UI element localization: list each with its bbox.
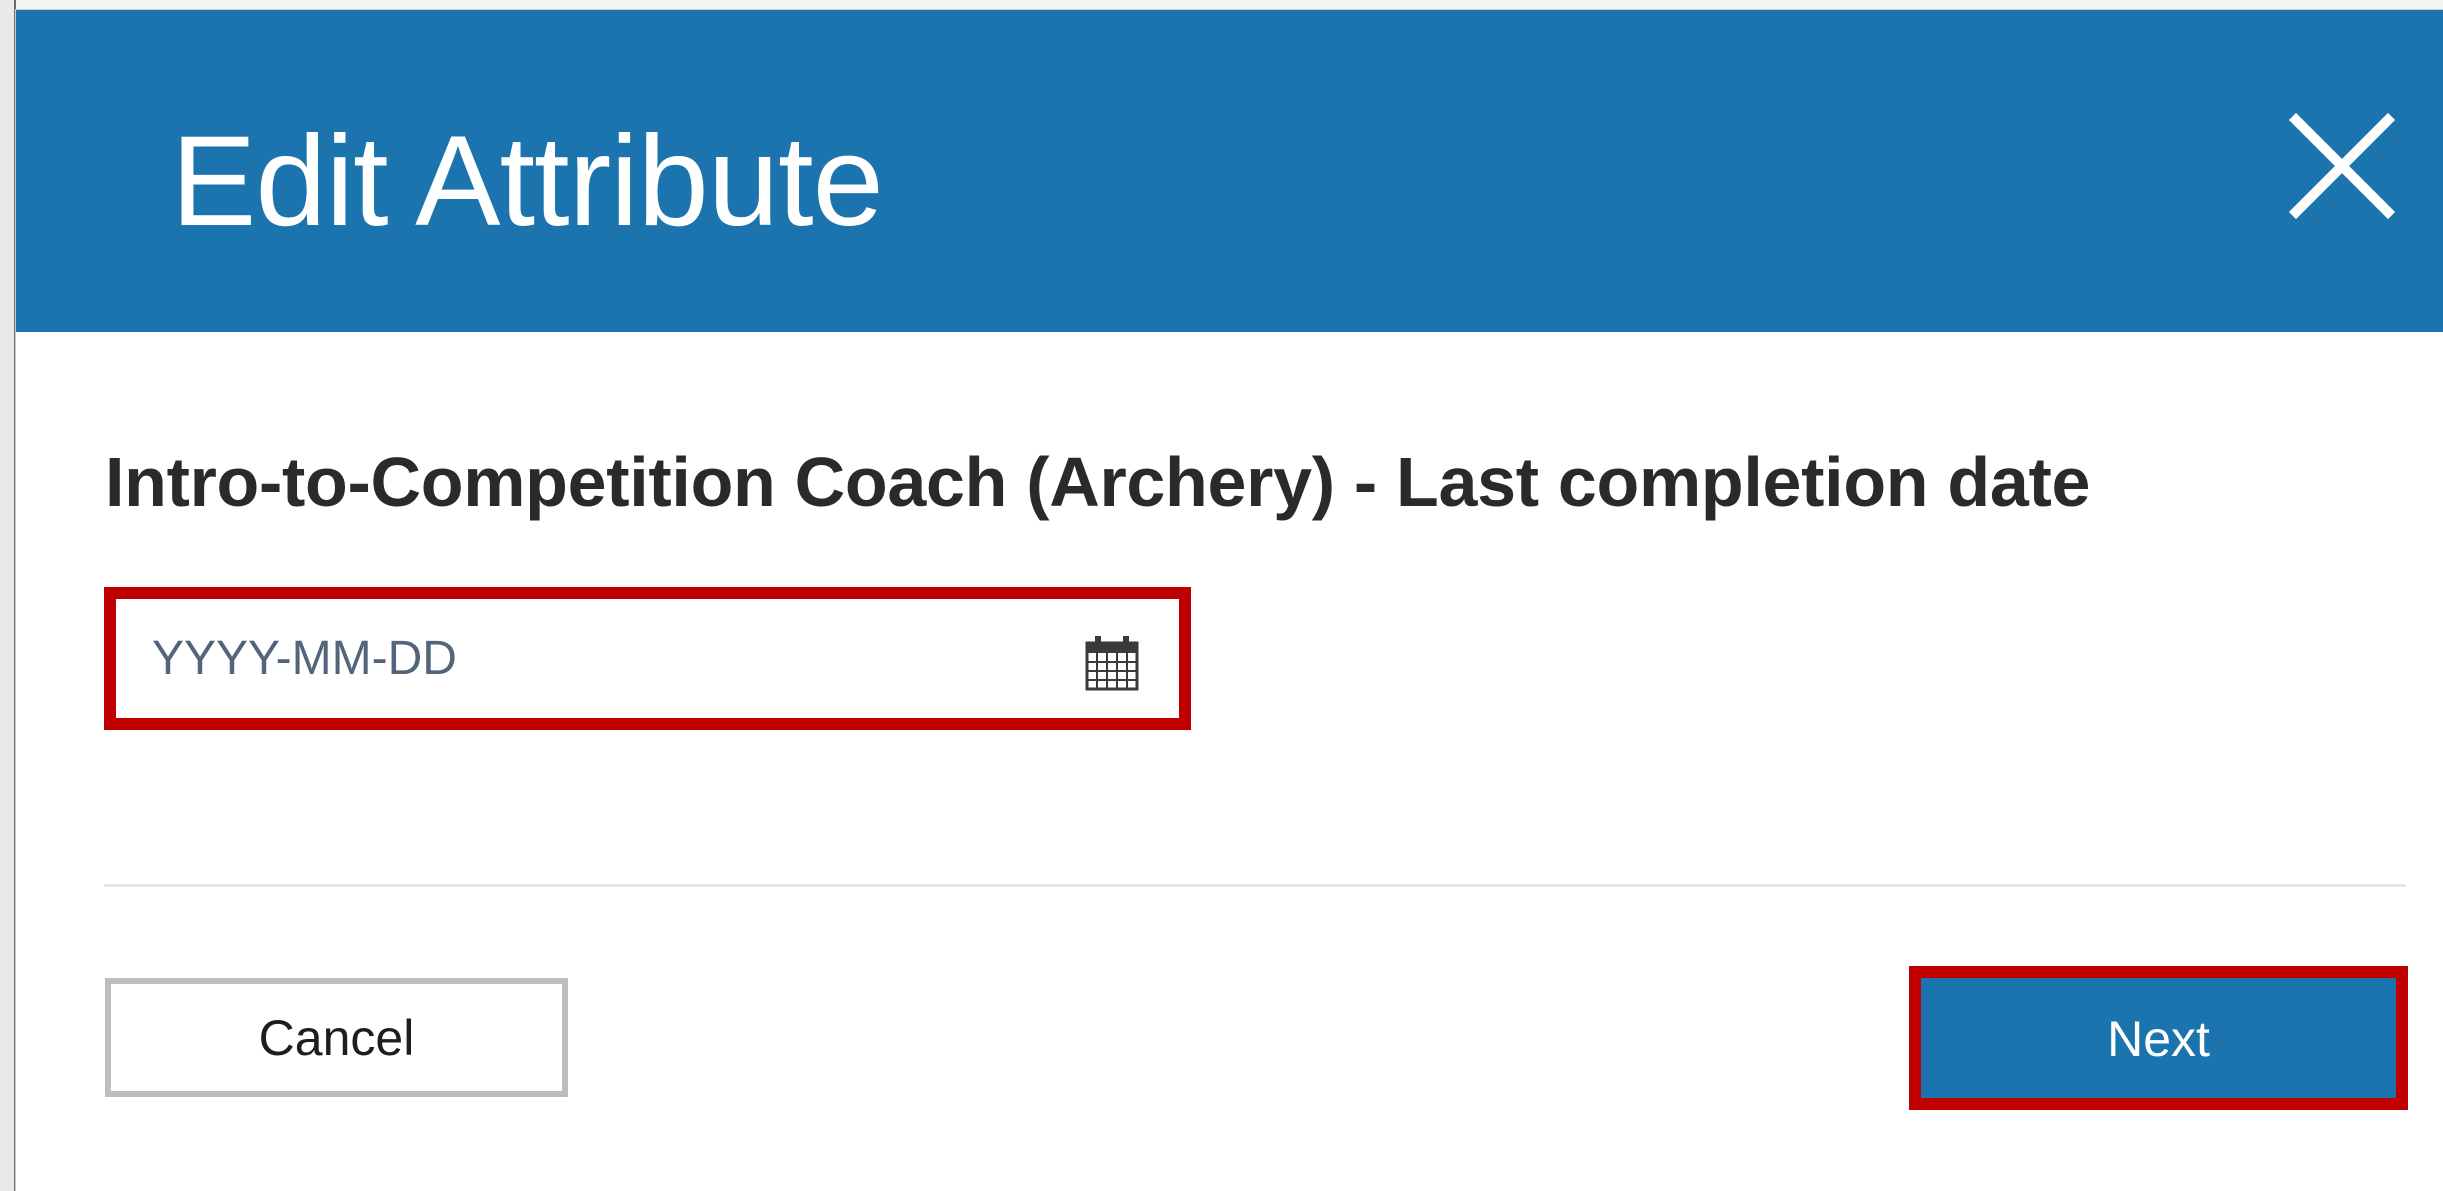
dialog-header: Edit Attribute — [16, 10, 2443, 332]
date-field — [104, 587, 1191, 730]
dialog-body: Intro-to-Competition Coach (Archery) - L… — [16, 332, 2443, 1191]
dialog-title: Edit Attribute — [171, 110, 884, 253]
cancel-button[interactable]: Cancel — [105, 978, 568, 1097]
footer-divider — [104, 884, 2406, 887]
next-button[interactable]: Next — [1909, 966, 2408, 1110]
background-edge — [0, 0, 16, 1191]
field-label: Intro-to-Competition Coach (Archery) - L… — [105, 443, 2091, 521]
calendar-icon[interactable] — [1083, 634, 1141, 692]
close-button[interactable] — [2286, 110, 2398, 222]
edit-attribute-dialog: Edit Attribute Intro-to-Competition Coac… — [16, 10, 2443, 1191]
date-input[interactable] — [116, 599, 1179, 718]
close-icon — [2288, 112, 2396, 220]
